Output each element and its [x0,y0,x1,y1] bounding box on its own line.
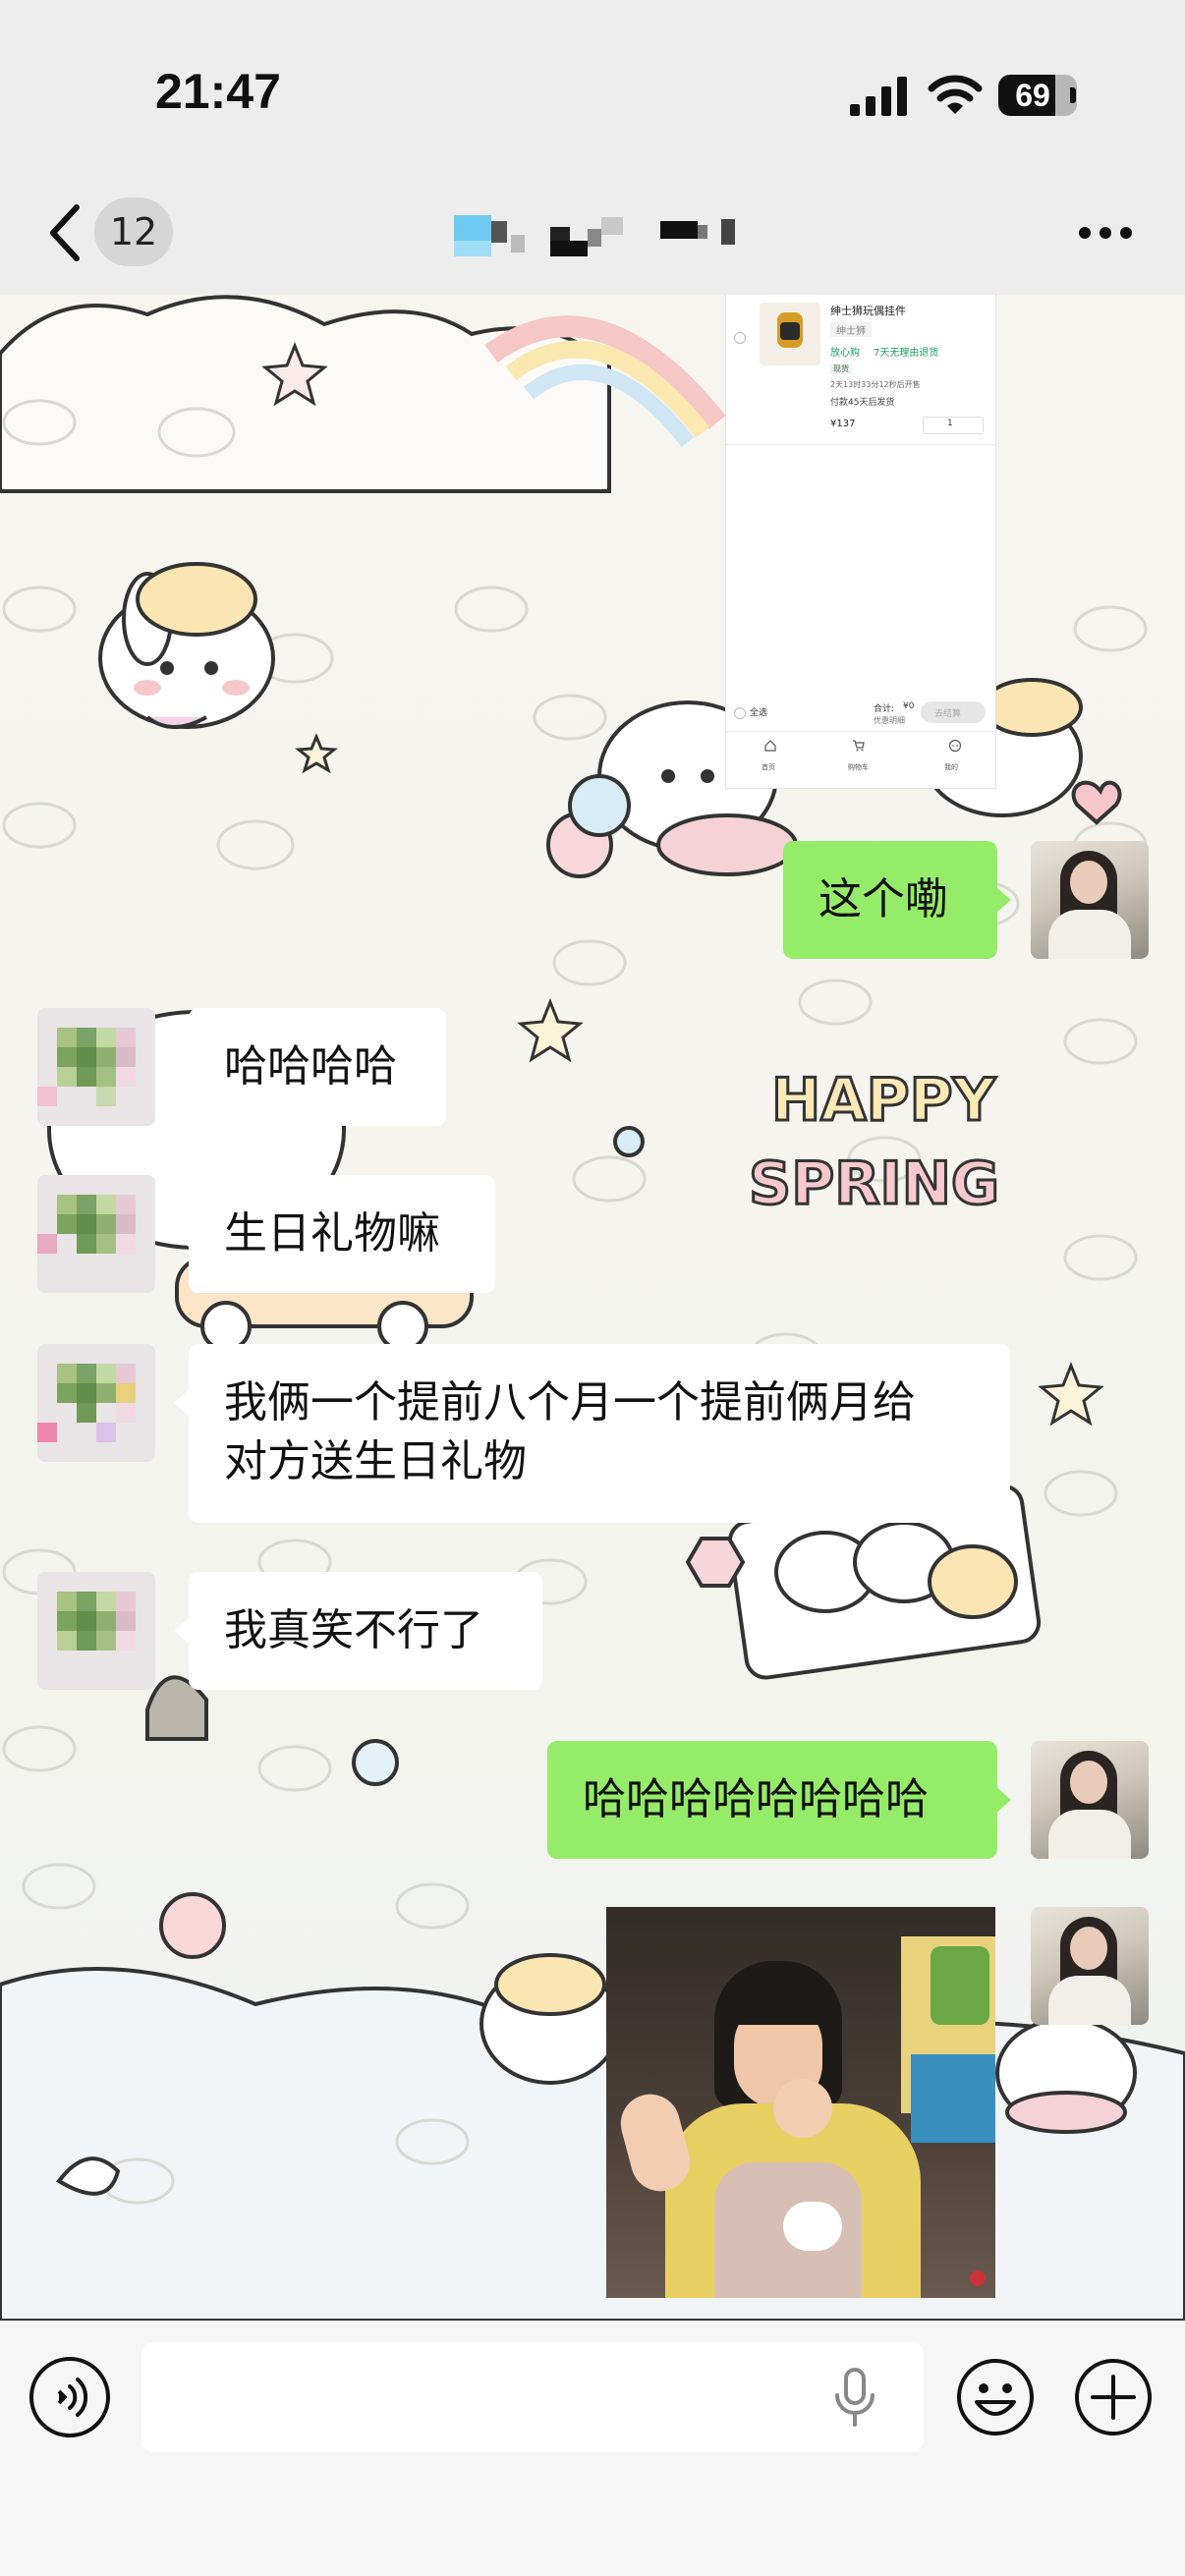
contact-avatar[interactable] [37,1572,155,1690]
battery-level: 69 [1015,78,1050,113]
svg-text:SPRING: SPRING [749,1149,999,1218]
status-time: 21:47 [155,64,281,119]
shopping-cart-screenshot[interactable]: 绅士狮玩偶挂件 绅士狮 放心购 7天无理由退货 现货 2天13时33分12秒后开… [725,295,996,789]
back-icon[interactable] [47,201,83,264]
mic-icon[interactable] [833,2368,876,2429]
message-input-bar [0,2321,1185,2576]
signal-icon [850,77,907,116]
wifi-icon [928,75,983,114]
profile-icon [948,739,962,753]
message-bubble[interactable]: 这个嘞 [783,841,997,959]
plus-icon[interactable] [1073,2357,1154,2437]
chat-wallpaper: HAPPY SPRING [0,295,1185,2321]
photo-message[interactable] [606,1907,995,2298]
message-bubble[interactable]: 我真笑不行了 [189,1572,542,1690]
my-avatar[interactable] [1031,1907,1149,2025]
message-bubble[interactable]: 哈哈哈哈哈哈哈哈 [547,1741,997,1859]
voice-icon [57,2378,88,2417]
voice-toggle-button[interactable] [29,2357,110,2437]
contact-avatar[interactable] [37,1175,155,1293]
message-input[interactable] [141,2342,924,2452]
message-line: 对方送生日礼物 [224,1436,527,1486]
unread-count-badge[interactable]: 12 [94,197,173,266]
home-icon [764,740,776,752]
message-bubble[interactable]: 生日礼物嘛 [189,1175,495,1293]
message-line: 我俩一个提前八个月一个提前俩月给 [224,1377,916,1428]
chat-area[interactable]: HAPPY SPRING 绅士狮玩偶挂件 绅士狮 放心购 7天无理由退货 现货 … [0,295,1185,2321]
chat-header: 12 [0,172,1185,295]
my-avatar[interactable] [1031,1741,1149,1859]
more-options-icon[interactable] [1079,227,1132,241]
message-bubble[interactable]: 哈哈哈哈 [189,1008,446,1126]
wallpaper-happy: HAPPY [771,1066,997,1135]
cart-icon [853,740,865,752]
status-bar: 21:47 69 [0,0,1185,172]
message-bubble[interactable]: 我俩一个提前八个月一个提前俩月给 对方送生日礼物 [189,1344,1010,1523]
emoji-icon[interactable] [955,2357,1036,2437]
contact-avatar[interactable] [37,1008,155,1126]
contact-avatar[interactable] [37,1344,155,1462]
battery-icon: 69 [998,75,1077,118]
my-avatar[interactable] [1031,841,1149,959]
chat-title-pixelated [454,207,749,262]
